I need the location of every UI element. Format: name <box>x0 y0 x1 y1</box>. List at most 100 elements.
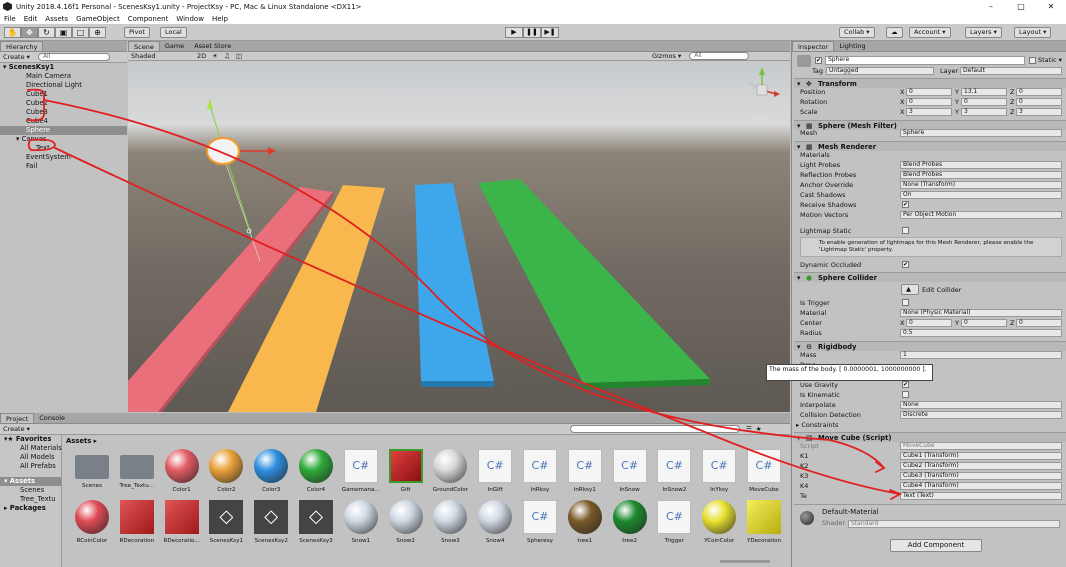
star-icon[interactable]: ★ <box>756 425 762 433</box>
hierarchy-item[interactable]: Cube2 <box>0 99 127 108</box>
asset-item[interactable]: Color2 <box>204 449 248 493</box>
asset-item[interactable]: C# Gamemana... <box>339 449 383 493</box>
transform-header[interactable]: ▾ ✥ Transform <box>794 78 1066 88</box>
close-icon[interactable]: ✕ <box>1036 0 1066 13</box>
folder-item[interactable]: Tree_Textu <box>0 495 61 504</box>
menu-assets[interactable]: Assets <box>45 15 68 23</box>
center-z-field[interactable]: 0 <box>1016 319 1062 327</box>
shading-mode-dropdown[interactable]: Shaded <box>131 52 197 60</box>
center-x-field[interactable]: 0 <box>906 319 952 327</box>
filter-icon[interactable]: ☰ <box>746 425 752 433</box>
object-name-field[interactable]: Sphere <box>825 56 1025 65</box>
asset-item[interactable]: C# InSnow2 <box>652 449 696 493</box>
tab-game[interactable]: Game <box>160 41 189 51</box>
local-button[interactable]: Local <box>160 27 187 38</box>
play-icon[interactable]: ▶ <box>505 27 523 38</box>
asset-item[interactable]: Tree_Textu... <box>115 449 159 489</box>
constraints-foldout[interactable]: ▸ Constraints <box>796 420 838 430</box>
cube3-blue-plank[interactable] <box>415 183 494 381</box>
asset-item[interactable]: RDecoratio... <box>160 500 204 544</box>
asset-item[interactable]: GroundColor <box>428 449 472 493</box>
lighting-toggle-icon[interactable]: ☀ <box>212 52 218 60</box>
rotate-tool-icon[interactable]: ↻ <box>38 27 55 38</box>
tab-asset-store[interactable]: Asset Store <box>189 41 236 51</box>
tab-hierarchy[interactable]: Hierarchy <box>0 41 44 51</box>
hierarchy-item[interactable]: EventSystem <box>0 153 127 162</box>
move-tool-icon[interactable]: ✥ <box>21 27 38 38</box>
receive-shadows-checkbox[interactable]: ✔ <box>902 201 909 208</box>
cloud-icon[interactable]: ☁ <box>886 27 903 38</box>
audio-toggle-icon[interactable]: ♫ <box>224 52 230 60</box>
center-y-field[interactable]: 0 <box>961 319 1007 327</box>
position-y-field[interactable]: 13.1 <box>961 88 1007 96</box>
project-breadcrumb[interactable]: Assets ▸ <box>66 437 97 445</box>
asset-item[interactable]: ◇ ScenesKsy3 <box>294 500 338 544</box>
account-button[interactable]: Account ▾ <box>909 27 951 38</box>
folder-item[interactable]: Scenes <box>0 486 61 495</box>
interpolate-dropdown[interactable]: None <box>900 401 1062 409</box>
dynamic-occluded-checkbox[interactable]: ✔ <box>902 261 909 268</box>
scene-root[interactable]: ▾ ScenesKsy1 <box>0 63 127 72</box>
hierarchy-item[interactable]: Cube3 <box>0 108 127 117</box>
scale-tool-icon[interactable]: ▣ <box>55 27 72 38</box>
favorites-item[interactable]: All Prefabs <box>0 462 61 471</box>
asset-item[interactable]: C# MoveCube <box>742 449 786 493</box>
scene-search-input[interactable]: All <box>689 52 750 60</box>
renderer-property-dropdown[interactable]: Blend Probes <box>900 161 1062 169</box>
step-icon[interactable]: ▶❚ <box>541 27 559 38</box>
tab-console[interactable]: Console <box>34 413 70 423</box>
is-trigger-checkbox[interactable] <box>902 299 909 306</box>
favorites-item[interactable]: All Materials <box>0 444 62 453</box>
mass-field[interactable]: 1 <box>900 351 1062 359</box>
active-checkbox[interactable]: ✔ <box>815 57 822 64</box>
asset-item[interactable]: YCoinColor <box>697 500 741 544</box>
asset-item[interactable]: Snow2 <box>384 500 428 544</box>
hierarchy-item[interactable]: Cube1 <box>0 90 127 99</box>
object-reference-field[interactable]: Text (Text) <box>900 492 1062 500</box>
asset-item[interactable]: C# InRksy1 <box>563 449 607 493</box>
mesh-renderer-header[interactable]: ▾ ▦ Mesh Renderer <box>794 141 1066 151</box>
asset-item[interactable]: Gift <box>384 449 428 493</box>
radius-field[interactable]: 0.5 <box>900 329 1062 337</box>
edit-collider-icon[interactable]: ▲ <box>901 284 919 295</box>
asset-item[interactable]: RDecoration <box>115 500 159 544</box>
minimize-icon[interactable]: – <box>976 0 1006 13</box>
asset-item[interactable]: tree1 <box>563 500 607 544</box>
static-checkbox[interactable] <box>1029 57 1036 64</box>
rotation-z-field[interactable]: 0 <box>1016 98 1062 106</box>
hierarchy-item-canvas[interactable]: ▾ Canvas <box>0 135 127 144</box>
tag-dropdown[interactable]: Untagged <box>826 67 934 75</box>
y-axis-handle[interactable] <box>207 99 213 109</box>
hierarchy-item[interactable]: Cube4 <box>0 117 127 126</box>
orientation-gizmo[interactable] <box>746 67 780 97</box>
object-reference-field[interactable]: Cube2 (Transform) <box>900 462 1062 470</box>
asset-item[interactable]: Color4 <box>294 449 338 493</box>
asset-item[interactable]: C# InYksy <box>697 449 741 493</box>
position-z-field[interactable]: 0 <box>1016 88 1062 96</box>
asset-item[interactable]: C# Trigger <box>652 500 696 544</box>
menu-component[interactable]: Component <box>128 15 169 23</box>
menu-help[interactable]: Help <box>212 15 228 23</box>
collab-button[interactable]: Collab ▾ <box>839 27 875 38</box>
mode-2d-button[interactable]: 2D <box>197 52 206 60</box>
asset-item[interactable]: RCoinColor <box>70 500 114 544</box>
shader-dropdown[interactable]: Standard <box>848 520 1060 528</box>
menu-gameobject[interactable]: GameObject <box>76 15 120 23</box>
physic-material-field[interactable]: None (Physic Material) <box>900 309 1062 317</box>
rigidbody-header[interactable]: ▾ ⚙ Rigidbody <box>794 341 1066 351</box>
asset-item[interactable]: tree2 <box>608 500 652 544</box>
lightmap-static-checkbox[interactable] <box>902 227 909 234</box>
sphere-object[interactable] <box>206 137 240 165</box>
tab-lighting[interactable]: Lighting <box>834 41 870 51</box>
scale-y-field[interactable]: 3 <box>961 108 1007 116</box>
move-cube-header[interactable]: ▾ ▤ Move Cube (Script) <box>794 432 1066 442</box>
scale-z-field[interactable]: 3 <box>1016 108 1062 116</box>
hierarchy-item[interactable]: Fail <box>0 162 127 171</box>
rect-tool-icon[interactable]: □ <box>72 27 89 38</box>
favorites-header[interactable]: ▾★ Favorites <box>0 435 61 444</box>
position-x-field[interactable]: 0 <box>906 88 952 96</box>
is-kinematic-checkbox[interactable] <box>902 391 909 398</box>
project-search-input[interactable] <box>569 425 740 433</box>
hierarchy-search-input[interactable]: All <box>37 53 110 61</box>
menu-window[interactable]: Window <box>176 15 204 23</box>
